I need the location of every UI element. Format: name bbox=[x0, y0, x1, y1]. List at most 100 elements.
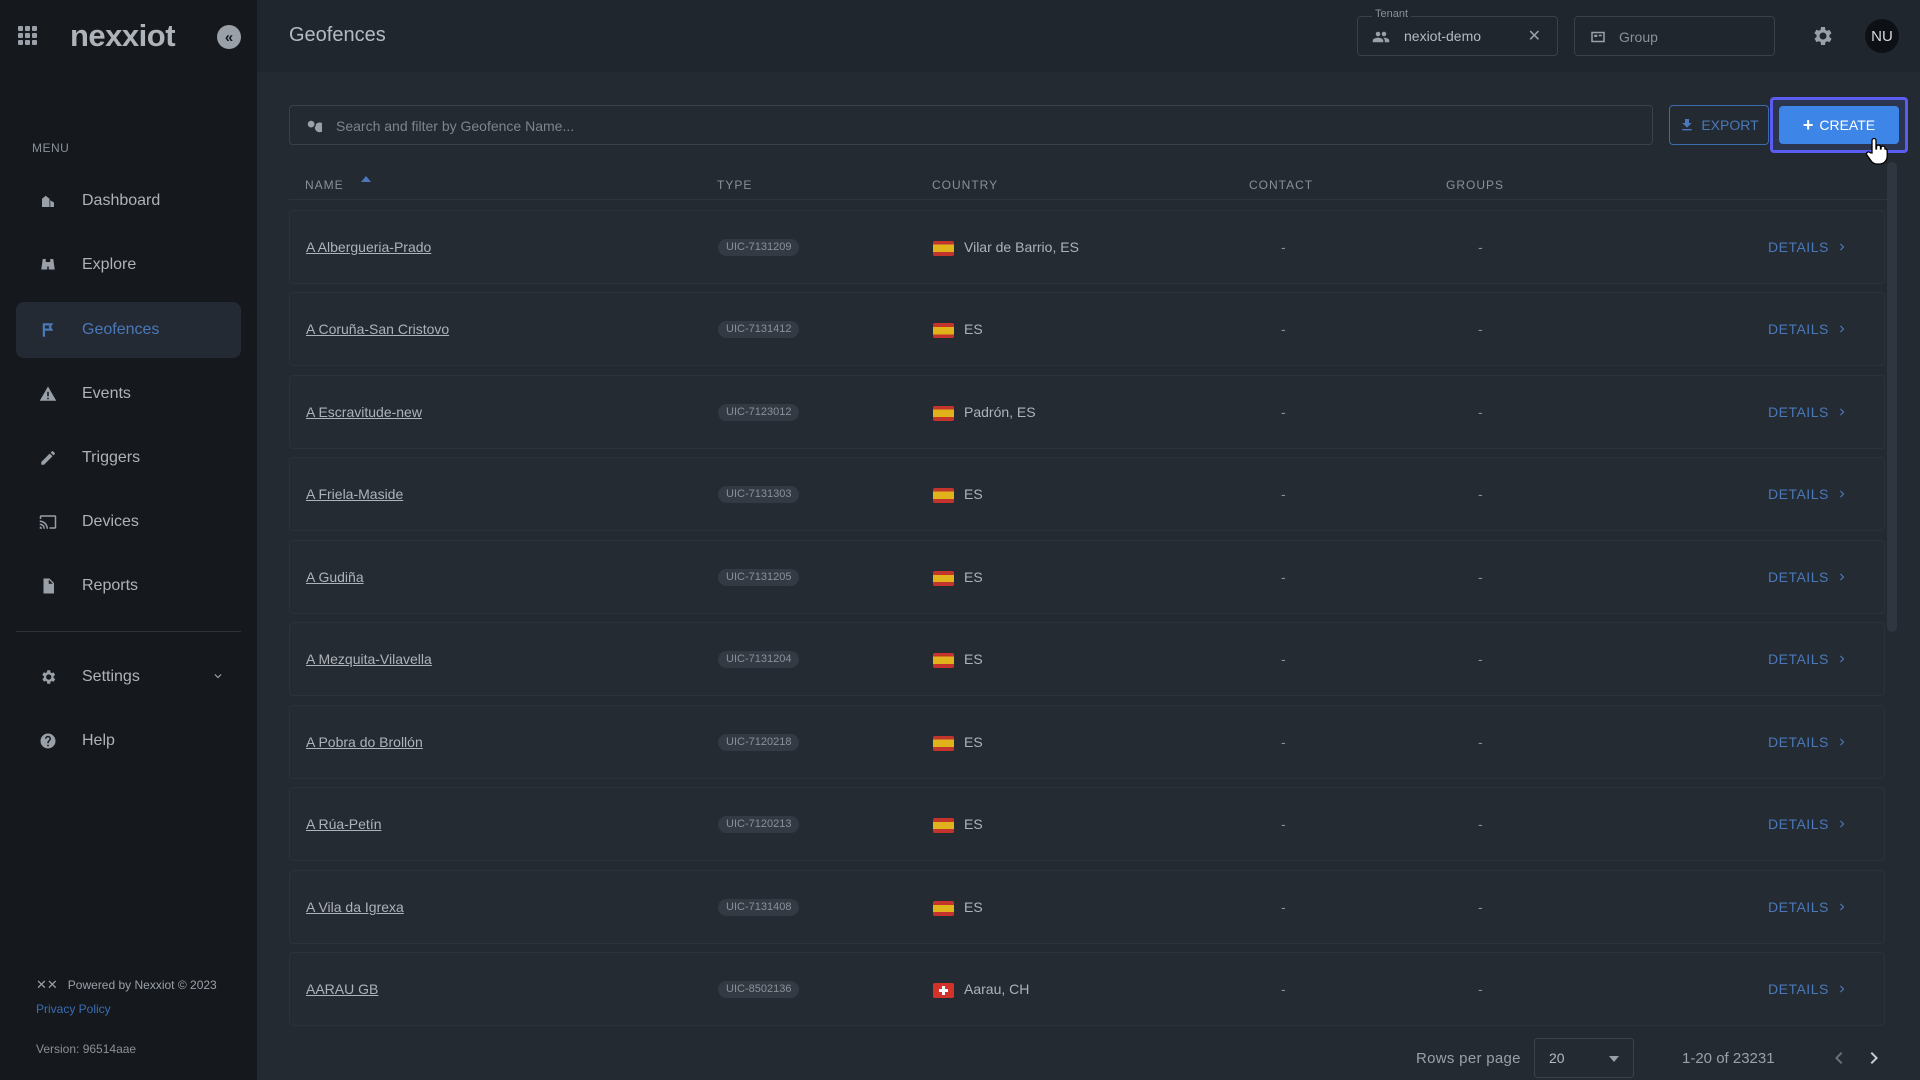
column-header-name[interactable]: NAME bbox=[305, 178, 344, 192]
details-link[interactable]: DETAILS bbox=[1768, 651, 1849, 667]
chevron-right-icon bbox=[1839, 490, 1845, 498]
geofence-name-link[interactable]: AARAU GB bbox=[306, 981, 378, 997]
details-link[interactable]: DETAILS bbox=[1768, 734, 1849, 750]
details-link[interactable]: DETAILS bbox=[1768, 816, 1849, 832]
details-link[interactable]: DETAILS bbox=[1768, 321, 1849, 337]
plus-icon: + bbox=[1802, 114, 1814, 135]
spain-flag-icon bbox=[933, 736, 954, 751]
collapse-sidebar-button[interactable]: « bbox=[217, 25, 241, 49]
details-link[interactable]: DETAILS bbox=[1768, 404, 1849, 420]
details-label: DETAILS bbox=[1768, 486, 1829, 502]
group-select[interactable] bbox=[1574, 16, 1775, 56]
caret-down-icon bbox=[1609, 1056, 1619, 1062]
spain-flag-icon bbox=[933, 653, 954, 668]
contact-cell: - bbox=[1281, 239, 1286, 255]
geofence-name-link[interactable]: A Pobra do Brollón bbox=[306, 734, 423, 750]
help-icon bbox=[39, 732, 57, 750]
cast-icon bbox=[39, 513, 57, 531]
groups-cell: - bbox=[1478, 404, 1483, 420]
nexxiot-logo[interactable]: nexxiot bbox=[70, 18, 176, 54]
menu-label: MENU bbox=[32, 141, 70, 155]
details-label: DETAILS bbox=[1768, 404, 1829, 420]
type-chip: UIC-7131204 bbox=[718, 651, 800, 668]
users-icon bbox=[1372, 28, 1390, 46]
details-label: DETAILS bbox=[1768, 734, 1829, 750]
column-header-groups: GROUPS bbox=[1446, 178, 1505, 192]
sidebar-item-help[interactable]: Help bbox=[16, 713, 241, 769]
sidebar-item-label: Geofences bbox=[82, 321, 160, 338]
type-chip: UIC-7131303 bbox=[718, 486, 800, 503]
binoculars-icon bbox=[39, 256, 57, 274]
country-cell: Vilar de Barrio, ES bbox=[964, 239, 1079, 255]
geofence-name-link[interactable]: A Mezquita-Vilavella bbox=[306, 651, 432, 667]
spain-flag-icon bbox=[933, 818, 954, 833]
sidebar-item-label: Help bbox=[82, 732, 115, 749]
sort-ascending-icon[interactable] bbox=[361, 176, 371, 182]
tenant-select[interactable]: Tenant nexiot-demo ✕ bbox=[1357, 8, 1558, 56]
contact-cell: - bbox=[1281, 734, 1286, 750]
country-cell: ES bbox=[964, 899, 983, 915]
geofence-name-link[interactable]: A Friela-Maside bbox=[306, 486, 403, 502]
previous-page-button[interactable] bbox=[1827, 1046, 1851, 1070]
sidebar-item-devices[interactable]: Devices bbox=[16, 494, 241, 550]
apps-grid-icon[interactable] bbox=[18, 26, 38, 46]
chevron-right-icon bbox=[1870, 1052, 1878, 1064]
country-cell: Aarau, CH bbox=[964, 981, 1030, 997]
table-row: A Coruña-San Cristovo UIC-7131412 ES - -… bbox=[289, 292, 1885, 366]
geofence-name-link[interactable]: A Rúa-Petín bbox=[306, 816, 382, 832]
chevron-down-icon[interactable] bbox=[211, 669, 225, 683]
table-row: AARAU GB UIC-8502136 Aarau, CH - - DETAI… bbox=[289, 952, 1885, 1026]
sidebar-item-reports[interactable]: Reports bbox=[16, 558, 241, 614]
table-scrollbar[interactable] bbox=[1887, 162, 1897, 632]
details-link[interactable]: DETAILS bbox=[1768, 239, 1849, 255]
geofence-name-link[interactable]: A Gudiña bbox=[306, 569, 364, 585]
geofence-name-link[interactable]: A Coruña-San Cristovo bbox=[306, 321, 449, 337]
search-input[interactable] bbox=[336, 116, 1626, 136]
geofence-name-link[interactable]: A Vila da Igrexa bbox=[306, 899, 404, 915]
spain-flag-icon bbox=[933, 323, 954, 338]
next-page-button[interactable] bbox=[1862, 1046, 1886, 1070]
group-input[interactable] bbox=[1619, 27, 1759, 47]
search-box[interactable] bbox=[289, 105, 1653, 145]
table-row: A Rúa-Petín UIC-7120213 ES - - DETAILS bbox=[289, 787, 1885, 861]
details-link[interactable]: DETAILS bbox=[1768, 486, 1849, 502]
spain-flag-icon bbox=[933, 406, 954, 421]
chevron-right-icon bbox=[1839, 243, 1845, 251]
groups-cell: - bbox=[1478, 816, 1483, 832]
table-row: A Escravitude-new UIC-7123012 Padrón, ES… bbox=[289, 375, 1885, 449]
sidebar-item-label: Triggers bbox=[82, 449, 141, 466]
version-text: Version: 96514aae bbox=[36, 1042, 137, 1056]
top-header: Geofences Tenant nexiot-demo ✕ NU bbox=[257, 0, 1920, 72]
sidebar-item-geofences[interactable]: Geofences bbox=[16, 302, 241, 358]
details-link[interactable]: DETAILS bbox=[1768, 569, 1849, 585]
privacy-policy-link[interactable]: Privacy Policy bbox=[36, 1002, 111, 1016]
groups-cell: - bbox=[1478, 569, 1483, 585]
clear-tenant-icon[interactable]: ✕ bbox=[1528, 26, 1541, 46]
rows-per-page-select[interactable]: 20 bbox=[1534, 1038, 1634, 1078]
table-row: A Mezquita-Vilavella UIC-7131204 ES - - … bbox=[289, 622, 1885, 696]
sidebar-item-dashboard[interactable]: Dashboard bbox=[16, 173, 241, 229]
type-chip: UIC-7131205 bbox=[718, 569, 800, 586]
switzerland-flag-icon bbox=[933, 983, 954, 998]
export-button[interactable]: EXPORT bbox=[1669, 105, 1769, 145]
groups-cell: - bbox=[1478, 651, 1483, 667]
sidebar-item-label: Dashboard bbox=[82, 192, 161, 209]
settings-gear-icon[interactable] bbox=[1810, 24, 1834, 48]
contact-cell: - bbox=[1281, 569, 1286, 585]
spain-flag-icon bbox=[933, 488, 954, 503]
export-label: EXPORT bbox=[1701, 117, 1759, 133]
sidebar-item-settings[interactable]: Settings bbox=[16, 649, 241, 705]
geofence-name-link[interactable]: A Albergueria-Prado bbox=[306, 239, 431, 255]
nexxiot-mini-logo-icon: ✕✕ bbox=[36, 977, 58, 992]
avatar[interactable]: NU bbox=[1865, 19, 1899, 53]
geofence-name-link[interactable]: A Escravitude-new bbox=[306, 404, 422, 420]
sidebar-item-explore[interactable]: Explore bbox=[16, 237, 241, 293]
sidebar-item-triggers[interactable]: Triggers bbox=[16, 430, 241, 486]
country-cell: ES bbox=[964, 734, 983, 750]
chevron-right-icon bbox=[1839, 325, 1845, 333]
details-link[interactable]: DETAILS bbox=[1768, 981, 1849, 997]
chevron-right-icon bbox=[1839, 903, 1845, 911]
chevron-right-icon bbox=[1839, 820, 1845, 828]
details-link[interactable]: DETAILS bbox=[1768, 899, 1849, 915]
sidebar-item-events[interactable]: Events bbox=[16, 366, 241, 422]
